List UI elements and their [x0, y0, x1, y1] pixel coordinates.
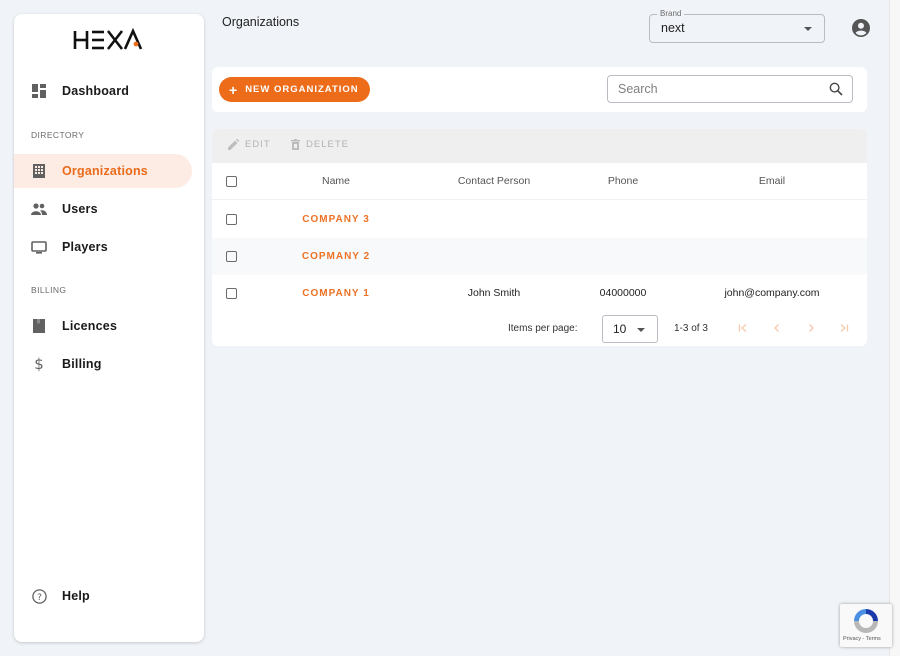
- chevron-right-icon: [809, 324, 814, 332]
- recaptcha-icon: [854, 609, 878, 633]
- email: john@company.com: [724, 287, 820, 299]
- column-header-email[interactable]: Email: [692, 163, 852, 200]
- first-page-icon: [738, 324, 747, 332]
- search-field[interactable]: [607, 75, 853, 103]
- phone: 04000000: [599, 287, 647, 299]
- sidebar-item-users[interactable]: Users: [14, 192, 192, 226]
- last-page-icon: [840, 324, 849, 332]
- new-organization-label: NEW ORGANIZATION: [245, 84, 359, 95]
- edit-button[interactable]: EDIT: [228, 139, 271, 150]
- sidebar-item-label: Dashboard: [62, 84, 130, 98]
- organization-name-link[interactable]: COMPANY 3: [286, 201, 386, 238]
- chevron-left-icon: [774, 324, 779, 332]
- sidebar: Dashboard DIRECTORY Organizations Users …: [14, 14, 204, 642]
- next-page-button[interactable]: [804, 321, 818, 335]
- column-header-name[interactable]: Name: [286, 163, 386, 200]
- hexa-logo: [72, 27, 144, 52]
- page-scrollbar[interactable]: [889, 0, 900, 656]
- email: [692, 238, 852, 275]
- select-all-checkbox[interactable]: [226, 176, 237, 187]
- trash-icon: [291, 139, 300, 150]
- search-input[interactable]: [618, 80, 818, 98]
- dollar-icon: $: [34, 355, 44, 373]
- row-checkbox[interactable]: [226, 214, 237, 225]
- table-row[interactable]: COMPANY 3: [212, 201, 867, 238]
- chevron-down-icon: [637, 328, 645, 332]
- row-checkbox[interactable]: [226, 251, 237, 262]
- previous-page-button[interactable]: [770, 321, 784, 335]
- dashboard-icon: [31, 83, 47, 99]
- sidebar-item-label: Organizations: [62, 164, 148, 178]
- row-checkbox[interactable]: [226, 288, 237, 299]
- organization-name-link[interactable]: COMPANY 1: [286, 275, 386, 312]
- page-title: Organizations: [222, 15, 300, 29]
- users-icon: [31, 201, 47, 217]
- svg-text:?: ?: [37, 593, 42, 603]
- new-organization-button[interactable]: + NEW ORGANIZATION: [219, 77, 370, 102]
- section-label-directory: DIRECTORY: [31, 130, 85, 140]
- account-circle-icon[interactable]: [852, 19, 870, 37]
- sidebar-item-dashboard[interactable]: Dashboard: [14, 74, 192, 108]
- building-icon: [31, 163, 47, 179]
- contact-person: [434, 201, 554, 238]
- sidebar-item-label: Players: [62, 240, 108, 254]
- items-per-page-value: 10: [613, 322, 627, 336]
- monitor-icon: [31, 239, 47, 255]
- phone: [573, 238, 673, 275]
- pagination: Items per page: 10 1-3 of 3: [212, 311, 867, 346]
- sidebar-item-label: Help: [62, 589, 90, 603]
- edit-label: EDIT: [245, 139, 271, 150]
- recaptcha-badge[interactable]: Privacy - Terms: [840, 604, 892, 647]
- sidebar-item-organizations[interactable]: Organizations: [14, 154, 192, 188]
- section-label-billing: BILLING: [31, 285, 67, 295]
- pencil-icon: [228, 139, 239, 150]
- toolbar-card: + NEW ORGANIZATION: [212, 67, 867, 112]
- column-header-phone[interactable]: Phone: [573, 163, 673, 200]
- search-icon[interactable]: [829, 82, 843, 96]
- delete-label: DELETE: [306, 139, 349, 150]
- organizations-table: EDIT DELETE Name Contact Person Phone Em…: [212, 129, 867, 346]
- plus-icon: +: [229, 81, 238, 98]
- organization-name-link[interactable]: COPMANY 2: [286, 238, 386, 275]
- items-per-page-select[interactable]: 10: [602, 315, 658, 343]
- sidebar-item-help[interactable]: ? Help: [14, 579, 192, 613]
- recaptcha-links[interactable]: Privacy - Terms: [843, 636, 881, 642]
- phone: [573, 201, 673, 238]
- sidebar-item-players[interactable]: Players: [14, 230, 192, 264]
- email: [692, 201, 852, 238]
- delete-button[interactable]: DELETE: [291, 139, 349, 150]
- logo-mark: [73, 27, 143, 50]
- contact-person: John Smith: [467, 287, 521, 299]
- sidebar-item-licences[interactable]: Licences: [14, 309, 192, 343]
- book-icon: [31, 318, 47, 334]
- last-page-button[interactable]: [837, 321, 851, 335]
- sidebar-item-label: Billing: [62, 357, 102, 371]
- chevron-down-icon: [804, 27, 812, 31]
- column-header-contact[interactable]: Contact Person: [434, 163, 554, 200]
- brand-select-value: next: [661, 21, 685, 35]
- help-icon: ?: [31, 588, 47, 604]
- table-row[interactable]: COPMANY 2: [212, 238, 867, 275]
- contact-person: [434, 238, 554, 275]
- brand-select[interactable]: Brand next: [649, 9, 825, 43]
- brand-select-label: Brand: [657, 9, 685, 19]
- table-actions-bar: EDIT DELETE: [212, 129, 867, 163]
- sidebar-item-label: Users: [62, 202, 98, 216]
- sidebar-item-label: Licences: [62, 319, 118, 333]
- sidebar-item-billing[interactable]: $ Billing: [14, 347, 192, 381]
- items-per-page-label: Items per page:: [508, 323, 578, 334]
- first-page-button[interactable]: [736, 321, 750, 335]
- table-header-row: Name Contact Person Phone Email: [212, 163, 867, 200]
- pagination-range: 1-3 of 3: [674, 323, 708, 334]
- table-row[interactable]: COMPANY 1 John Smith 04000000 john@compa…: [212, 275, 867, 312]
